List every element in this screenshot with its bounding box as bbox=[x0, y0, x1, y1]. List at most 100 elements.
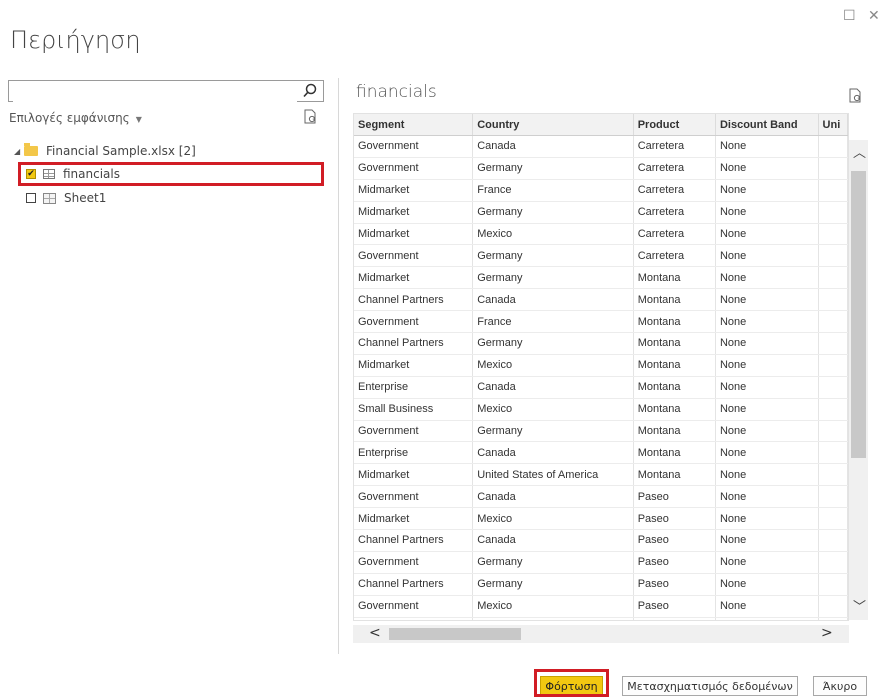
table-cell: Channel Partners bbox=[354, 529, 474, 552]
table-cell: Mexico bbox=[472, 507, 634, 531]
table-cell: Carretera bbox=[633, 201, 716, 224]
table-row: Midmarket Germany Montana None bbox=[354, 266, 848, 290]
table-row: Enterprise Canada Montana None bbox=[354, 376, 848, 399]
table-row: Channel Partners Germany Paseo None bbox=[354, 573, 848, 596]
table-cell: None bbox=[715, 420, 819, 443]
table-cell: Germany bbox=[472, 551, 634, 574]
table-cell: Enterprise bbox=[354, 441, 474, 465]
table-cell: Government bbox=[354, 420, 474, 443]
horizontal-scroll-thumb[interactable] bbox=[389, 628, 521, 640]
table-cell bbox=[818, 179, 848, 202]
scroll-left-icon[interactable]: < bbox=[369, 625, 381, 641]
table-cell: None bbox=[715, 157, 819, 180]
table-cell bbox=[818, 157, 848, 180]
table-cell bbox=[818, 529, 848, 552]
table-row: Channel Partners Canada Paseo None bbox=[354, 529, 848, 552]
table-cell: None bbox=[715, 573, 819, 596]
cancel-button[interactable]: Άκυρο bbox=[813, 676, 867, 696]
table-cell bbox=[818, 223, 848, 246]
table-row: Midmarket Mexico Carretera None bbox=[354, 223, 848, 246]
table-row: Midmarket Mexico Montana None bbox=[354, 354, 848, 377]
display-options-dropdown[interactable]: Επιλογές εμφάνισης ▼ bbox=[9, 111, 142, 125]
scroll-up-icon[interactable]: ︿ bbox=[853, 142, 866, 161]
expand-triangle-icon[interactable]: ◢ bbox=[14, 147, 24, 156]
table-cell: Channel Partners bbox=[354, 288, 474, 312]
table-cell: None bbox=[715, 135, 819, 158]
transform-data-button[interactable]: Μετασχηματισμός δεδομένων bbox=[622, 676, 798, 696]
table-cell bbox=[818, 354, 848, 377]
table-row: Government Germany Montana None bbox=[354, 420, 848, 443]
checkbox-sheet1[interactable] bbox=[26, 193, 36, 203]
table-row: Government Germany Carretera None bbox=[354, 157, 848, 180]
table-cell: Carretera bbox=[633, 223, 716, 246]
table-cell: Enterprise bbox=[354, 376, 474, 399]
tree-item-file[interactable]: ◢ Financial Sample.xlsx [2] bbox=[14, 142, 196, 160]
table-cell bbox=[818, 332, 848, 355]
column-header[interactable]: Uni bbox=[818, 114, 848, 136]
tree-item-label: Sheet1 bbox=[64, 191, 107, 205]
table-cell bbox=[818, 485, 848, 509]
table-cell: France bbox=[472, 310, 634, 334]
table-row: Government France Montana None bbox=[354, 310, 848, 334]
table-cell: Midmarket bbox=[354, 354, 474, 377]
search-input[interactable] bbox=[13, 82, 297, 102]
table-cell: Paseo bbox=[633, 573, 716, 596]
refresh-icon[interactable] bbox=[304, 109, 317, 128]
column-header[interactable]: Country bbox=[472, 114, 634, 136]
table-cell: Paseo bbox=[633, 485, 716, 509]
table-cell bbox=[818, 595, 848, 618]
table-cell: Government bbox=[354, 135, 474, 158]
table-cell: Government bbox=[354, 551, 474, 574]
preview-table: Segment Country Product Discount Band Uni Go… bbox=[354, 114, 848, 620]
vertical-scroll-thumb[interactable] bbox=[851, 171, 866, 458]
column-header[interactable]: Discount Band bbox=[715, 114, 819, 136]
horizontal-scrollbar[interactable]: < > bbox=[353, 625, 849, 643]
table-cell bbox=[818, 266, 848, 290]
table-cell: Montana bbox=[633, 354, 716, 377]
search-box bbox=[8, 80, 324, 102]
table-cell: Paseo bbox=[633, 507, 716, 531]
maximize-button[interactable]: ☐ bbox=[843, 8, 856, 24]
refresh-preview-icon[interactable] bbox=[849, 88, 862, 107]
column-header[interactable]: Product bbox=[633, 114, 716, 136]
selection-highlight bbox=[18, 162, 324, 186]
chevron-down-icon: ▼ bbox=[135, 115, 142, 124]
table-row: MidmarketFrancePaseoNone bbox=[354, 617, 848, 620]
table-cell: Midmarket bbox=[354, 266, 474, 290]
table-cell bbox=[818, 551, 848, 574]
table-cell: Paseo bbox=[633, 551, 716, 574]
table-cell bbox=[818, 376, 848, 399]
table-cell: None bbox=[715, 507, 819, 531]
table-cell: Government bbox=[354, 244, 474, 268]
table-cell: Montana bbox=[633, 463, 716, 487]
table-cell: Paseo bbox=[633, 617, 716, 620]
table-cell: Montana bbox=[633, 332, 716, 355]
table-cell: Canada bbox=[472, 485, 634, 509]
vertical-scrollbar[interactable]: ︿ ﹀ bbox=[849, 140, 868, 620]
table-cell bbox=[818, 398, 848, 421]
table-row: Government Canada Paseo None bbox=[354, 485, 848, 509]
preview-table-container: Segment Country Product Discount Band Uni Go… bbox=[353, 113, 849, 621]
search-icon[interactable] bbox=[303, 83, 317, 102]
table-cell: Mexico bbox=[472, 595, 634, 618]
table-cell: Montana bbox=[633, 288, 716, 312]
tree-item-label: Financial Sample.xlsx [2] bbox=[46, 144, 196, 158]
close-button[interactable]: ✕ bbox=[868, 8, 880, 24]
table-row: Government Germany Paseo None bbox=[354, 551, 848, 574]
scroll-right-icon[interactable]: > bbox=[821, 625, 833, 641]
table-row: Midmarket Germany Carretera None bbox=[354, 201, 848, 224]
table-cell: Canada bbox=[472, 135, 634, 158]
scroll-down-icon[interactable]: ﹀ bbox=[853, 596, 866, 615]
table-cell: Germany bbox=[472, 157, 634, 180]
sheet-icon bbox=[43, 192, 56, 204]
table-cell: Government bbox=[354, 595, 474, 618]
tree-item-sheet1[interactable]: Sheet1 bbox=[26, 189, 106, 207]
table-cell bbox=[818, 463, 848, 487]
table-cell: Midmarket bbox=[354, 201, 474, 224]
table-cell: Midmarket bbox=[354, 179, 474, 202]
table-cell: Midmarket bbox=[354, 617, 474, 620]
table-cell: Mexico bbox=[472, 223, 634, 246]
column-header[interactable]: Segment bbox=[354, 114, 474, 136]
table-cell: Canada bbox=[472, 441, 634, 465]
table-cell: Canada bbox=[472, 529, 634, 552]
